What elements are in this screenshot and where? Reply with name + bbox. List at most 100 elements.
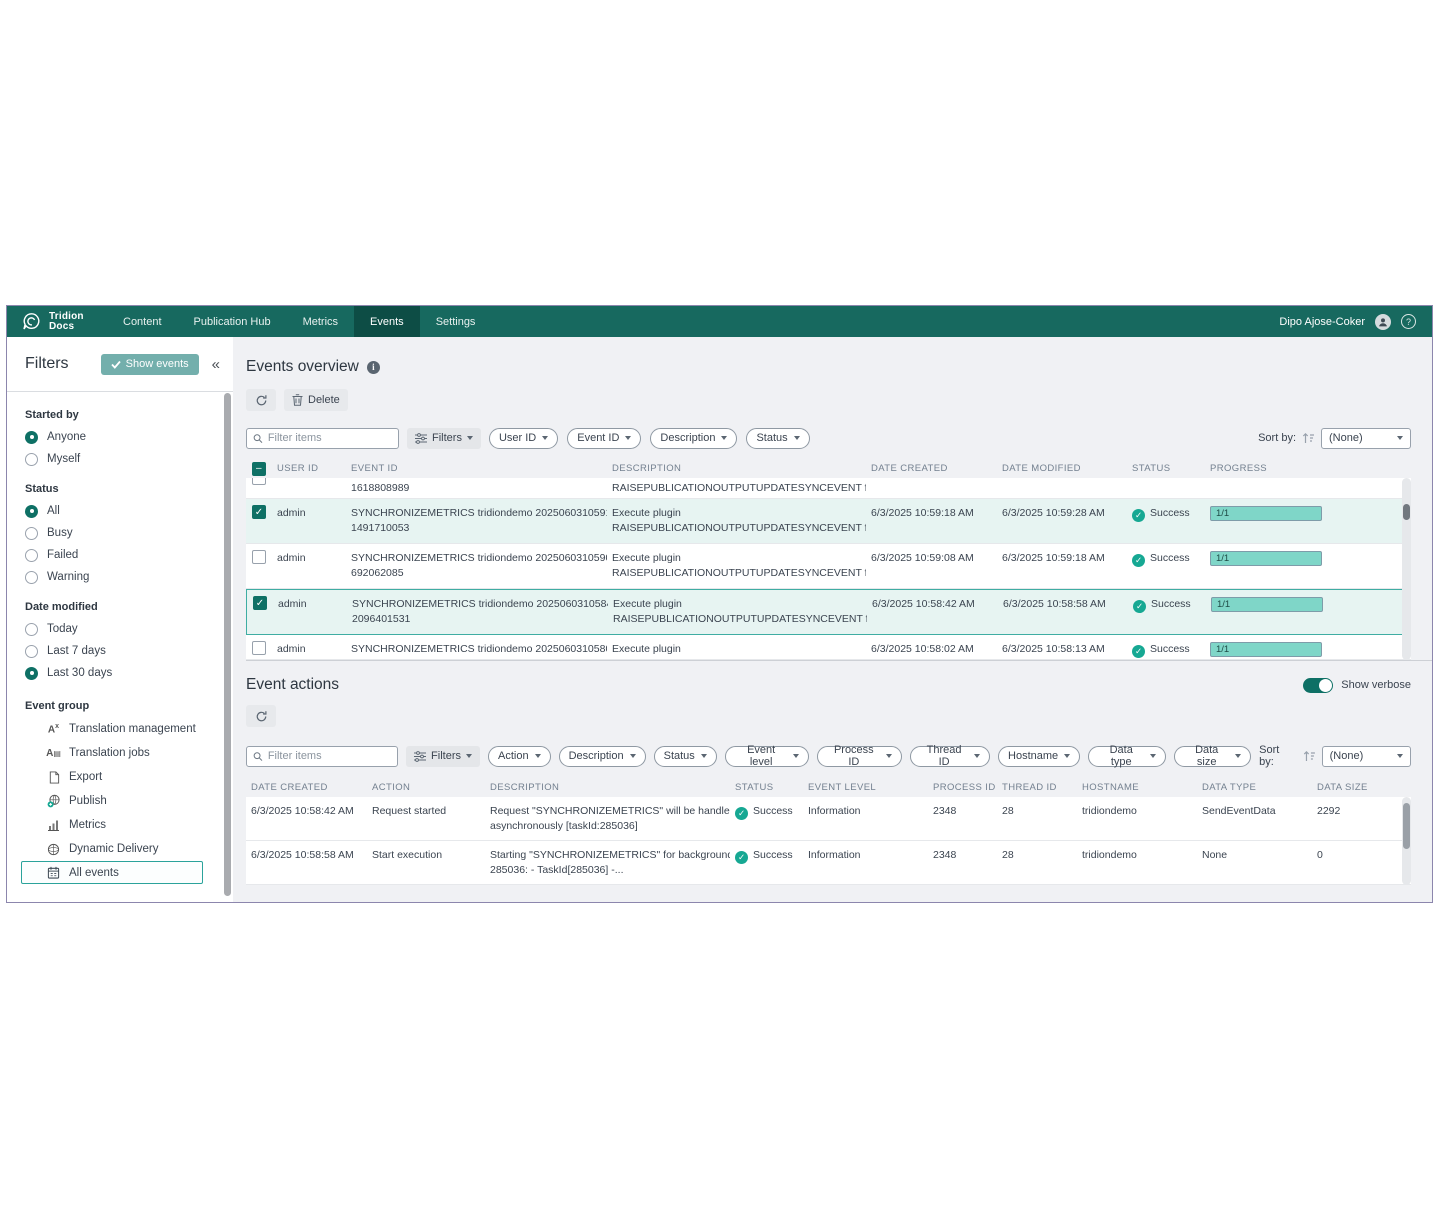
translation-jobs-icon: A▤ [46, 748, 61, 759]
event-row[interactable]: ✓adminSYNCHRONIZEMETRICS tridiondemo 202… [246, 499, 1411, 544]
radio-option-failed[interactable]: Failed [25, 544, 219, 566]
user-id-cell: admin [273, 590, 347, 634]
info-icon[interactable]: i [367, 361, 380, 374]
refresh-button[interactable] [246, 389, 276, 411]
overview-search-input[interactable] [268, 432, 392, 444]
overview-table-scrollbar[interactable] [1402, 478, 1411, 660]
actions-filter-pill-process-id[interactable]: Process ID [817, 746, 902, 767]
row-checkbox[interactable] [252, 550, 266, 564]
actions-filter-pill-data-type[interactable]: Data type [1088, 746, 1166, 767]
success-icon: ✓ [1133, 600, 1146, 613]
column-header-progress[interactable]: PROGRESS [1205, 463, 1411, 474]
event-row[interactable]: adminSYNCHRONIZEMETRICS tridiondemo 2025… [246, 635, 1411, 660]
radio-option-last-30-days[interactable]: Last 30 days [25, 662, 219, 684]
chevron-down-icon [886, 754, 892, 758]
event-group-item-translation-jobs[interactable]: A▤Translation jobs [21, 741, 203, 765]
nav-tab-content[interactable]: Content [107, 306, 178, 337]
action-row[interactable]: 6/3/2025 10:58:58 AMStart executionStart… [246, 841, 1411, 885]
overview-filter-pill-user-id[interactable]: User ID [489, 428, 558, 449]
radio-option-today[interactable]: Today [25, 618, 219, 640]
nav-tab-settings[interactable]: Settings [420, 306, 492, 337]
overview-filter-pill-event-id[interactable]: Event ID [567, 428, 641, 449]
user-name[interactable]: Dipo Ajose-Coker [1279, 316, 1365, 328]
collapse-sidebar-icon[interactable]: « [209, 356, 223, 373]
actions-sort-select[interactable]: (None) [1322, 746, 1411, 767]
column-header-status[interactable]: STATUS [1127, 463, 1205, 474]
overview-sort-select[interactable]: (None) [1321, 428, 1411, 449]
column-header-hostname[interactable]: HOSTNAME [1077, 782, 1197, 793]
actions-filters-button[interactable]: Filters [406, 746, 480, 767]
chevron-down-icon [1235, 754, 1241, 758]
column-header-data-size[interactable]: DATA SIZE [1312, 782, 1411, 793]
overview-filter-pill-status[interactable]: Status [746, 428, 809, 449]
event-group-item-label: Publish [69, 795, 107, 807]
nav-tab-events[interactable]: Events [354, 306, 420, 337]
column-header-data-type[interactable]: DATA TYPE [1197, 782, 1312, 793]
show-verbose-toggle[interactable] [1303, 678, 1333, 693]
actions-table-scrollbar[interactable] [1402, 797, 1411, 885]
column-header-process-id[interactable]: PROCESS ID [928, 782, 997, 793]
actions-filter-pill-action[interactable]: Action [488, 746, 551, 767]
date-created-cell: 6/3/2025 10:58:42 AM [867, 590, 998, 634]
actions-filter-pill-event-level[interactable]: Event level [725, 746, 810, 767]
actions-filter-pill-status[interactable]: Status [654, 746, 717, 767]
sidebar-scrollbar[interactable] [224, 393, 231, 896]
date-created-cell [866, 478, 997, 498]
event-row[interactable]: 1618808989RAISEPUBLICATIONOUTPUTUPDATESY… [246, 478, 1411, 499]
column-header-user-id[interactable]: USER ID [272, 463, 346, 474]
event-group-item-all-events[interactable]: All events [21, 861, 203, 884]
description-cell: Execute plugin [607, 635, 866, 659]
column-header-date-modified[interactable]: DATE MODIFIED [997, 463, 1127, 474]
progress-cell [1205, 478, 1411, 498]
filter-section-label: Started by [25, 409, 219, 421]
column-header-event-id[interactable]: EVENT ID [346, 463, 607, 474]
column-header-date-created[interactable]: DATE CREATED [246, 782, 367, 793]
column-header-action[interactable]: ACTION [367, 782, 485, 793]
event-group-item-translation-management[interactable]: AxTranslation management [21, 717, 203, 741]
row-checkbox[interactable] [252, 641, 266, 655]
radio-option-all[interactable]: All [25, 500, 219, 522]
description-cell: RAISEPUBLICATIONOUTPUTUPDATESYNCEVENT fo… [607, 478, 866, 498]
event-group-item-dynamic-delivery[interactable]: Dynamic Delivery [21, 837, 203, 861]
nav-tab-metrics[interactable]: Metrics [287, 306, 354, 337]
column-header-event-level[interactable]: EVENT LEVEL [803, 782, 928, 793]
actions-filter-pill-hostname[interactable]: Hostname [998, 746, 1080, 767]
brand[interactable]: Tridion Docs [7, 306, 107, 337]
status-cell: ✓Success [1127, 499, 1205, 543]
radio-option-busy[interactable]: Busy [25, 522, 219, 544]
event-row[interactable]: ✓adminSYNCHRONIZEMETRICS tridiondemo 202… [246, 589, 1411, 635]
actions-filter-pill-data-size[interactable]: Data size [1174, 746, 1251, 767]
action-row[interactable]: 6/3/2025 10:58:42 AMRequest startedReque… [246, 797, 1411, 841]
overview-filters-button[interactable]: Filters [407, 428, 481, 449]
event-row[interactable]: adminSYNCHRONIZEMETRICS tridiondemo 2025… [246, 544, 1411, 589]
column-header-status[interactable]: STATUS [730, 782, 803, 793]
event-group-item-export[interactable]: Export [21, 765, 203, 789]
row-checkbox[interactable]: ✓ [253, 596, 267, 610]
actions-search-input[interactable] [268, 750, 391, 762]
radio-option-warning[interactable]: Warning [25, 566, 219, 588]
row-checkbox[interactable] [252, 478, 266, 485]
chevron-down-icon [542, 436, 548, 440]
delete-button[interactable]: Delete [284, 389, 348, 411]
actions-filter-pill-description[interactable]: Description [559, 746, 646, 767]
radio-option-myself[interactable]: Myself [25, 448, 219, 470]
overview-filter-pill-description[interactable]: Description [650, 428, 737, 449]
help-icon[interactable]: ? [1401, 314, 1416, 329]
row-checkbox[interactable]: ✓ [252, 505, 266, 519]
radio-option-last-7-days[interactable]: Last 7 days [25, 640, 219, 662]
show-events-button[interactable]: Show events [101, 354, 199, 375]
actions-refresh-button[interactable] [246, 705, 276, 727]
event-id-cell: 1618808989 [346, 478, 607, 498]
column-header-description[interactable]: DESCRIPTION [607, 463, 866, 474]
nav-tab-publication-hub[interactable]: Publication Hub [178, 306, 287, 337]
event-group-item-metrics[interactable]: Metrics [21, 813, 203, 837]
column-header-description[interactable]: DESCRIPTION [485, 782, 730, 793]
select-all-checkbox[interactable]: – [252, 462, 266, 476]
event-group-item-publish[interactable]: Publish [21, 789, 203, 813]
radio-option-anyone[interactable]: Anyone [25, 426, 219, 448]
column-header-thread-id[interactable]: THREAD ID [997, 782, 1077, 793]
date-modified-cell: 6/3/2025 10:58:13 AM [997, 635, 1127, 659]
user-avatar-icon[interactable] [1375, 314, 1391, 330]
column-header-date-created[interactable]: DATE CREATED [866, 463, 997, 474]
actions-filter-pill-thread-id[interactable]: Thread ID [910, 746, 990, 767]
